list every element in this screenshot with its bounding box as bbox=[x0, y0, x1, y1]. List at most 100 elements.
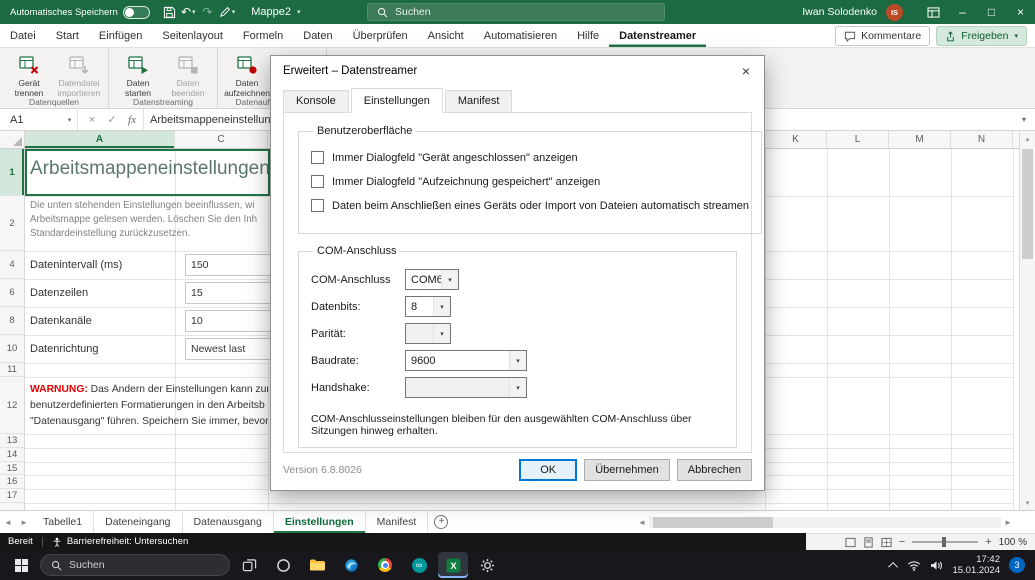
setting-label-datenintervall-ms[interactable]: Datenintervall (ms) bbox=[30, 251, 180, 279]
row-header-1[interactable]: 1 bbox=[0, 149, 24, 196]
confirm-entry-icon[interactable]: ✓ bbox=[102, 109, 122, 130]
dialog-tab-konsole[interactable]: Konsole bbox=[283, 90, 349, 112]
normal-view-icon[interactable] bbox=[845, 537, 856, 548]
task-view-icon[interactable] bbox=[234, 552, 264, 578]
page-layout-view-icon[interactable] bbox=[863, 536, 874, 548]
ribbon-tab-datei[interactable]: Datei bbox=[0, 24, 46, 47]
setting-value-datenzeilen[interactable]: 15 bbox=[185, 282, 271, 304]
zoom-out-icon[interactable]: − bbox=[899, 537, 905, 548]
scroll-up-icon[interactable]: ▴ bbox=[1020, 131, 1035, 146]
paritaet-combo[interactable]: ▾ bbox=[405, 323, 451, 344]
pen-mode-icon[interactable]: ▾ bbox=[217, 2, 238, 22]
clock[interactable]: 17:42 15.01.2024 bbox=[952, 554, 1000, 576]
new-sheet-button[interactable]: + bbox=[428, 511, 454, 533]
uebernehmen-button[interactable]: Übernehmen bbox=[584, 459, 670, 481]
maximize-button[interactable]: □ bbox=[977, 0, 1006, 24]
cancel-entry-icon[interactable]: × bbox=[82, 109, 102, 130]
ribbon-tab-einfuegen[interactable]: Einfügen bbox=[89, 24, 152, 47]
ribbon-tab-hilfe[interactable]: Hilfe bbox=[567, 24, 609, 47]
setting-value-datenrichtung[interactable]: Newest last bbox=[185, 338, 271, 360]
row-header-12[interactable]: 12 bbox=[0, 377, 24, 434]
datendatei-importieren-button[interactable]: Datendatei importieren bbox=[55, 51, 103, 98]
edge-icon[interactable] bbox=[336, 552, 366, 578]
scroll-down-icon[interactable]: ▾ bbox=[1020, 495, 1035, 510]
zoom-in-icon[interactable]: + bbox=[985, 537, 991, 548]
setting-value-datenkanaele[interactable]: 10 bbox=[185, 310, 271, 332]
ribbon-tab-formeln[interactable]: Formeln bbox=[233, 24, 293, 47]
vertical-scrollbar[interactable]: ▴ ▾ bbox=[1019, 131, 1035, 510]
chrome-icon[interactable] bbox=[370, 552, 400, 578]
setting-label-datenzeilen[interactable]: Datenzeilen bbox=[30, 279, 180, 307]
ribbon-tab-start[interactable]: Start bbox=[46, 24, 89, 47]
setting-label-datenrichtung[interactable]: Datenrichtung bbox=[30, 335, 180, 363]
ribbon-tab-seitenlayout[interactable]: Seitenlayout bbox=[152, 24, 233, 47]
geraet-trennen-button[interactable]: Gerät trennen bbox=[5, 51, 53, 98]
volume-icon[interactable] bbox=[930, 560, 943, 571]
horizontal-scroll-track[interactable] bbox=[649, 516, 1001, 528]
row-header-2[interactable]: 2 bbox=[0, 196, 24, 251]
datenbits-combo[interactable]: 8 ▾ bbox=[405, 296, 451, 317]
formula-bar-expand-icon[interactable]: ▾ bbox=[1013, 109, 1035, 130]
com-anschluss-combo[interactable]: COM6 ▾ bbox=[405, 269, 459, 290]
file-explorer-icon[interactable] bbox=[302, 552, 332, 578]
row-header-15[interactable]: 15 bbox=[0, 462, 24, 475]
wifi-icon[interactable] bbox=[907, 560, 921, 571]
column-header-l[interactable]: L bbox=[827, 131, 889, 148]
share-button[interactable]: Freigeben ▾ bbox=[936, 26, 1027, 46]
autosave-toggle[interactable] bbox=[122, 5, 150, 19]
ribbon-tab-datenstreamer[interactable]: Datenstreamer bbox=[609, 24, 706, 47]
name-box[interactable]: A1 bbox=[0, 109, 62, 130]
column-header-a[interactable]: A bbox=[25, 131, 175, 148]
daten-beenden-button[interactable]: Daten beenden bbox=[164, 51, 212, 98]
abbrechen-button[interactable]: Abbrechen bbox=[676, 459, 752, 481]
minimize-button[interactable]: – bbox=[948, 0, 977, 24]
row-header-6[interactable]: 6 bbox=[0, 279, 24, 307]
insert-function-icon[interactable]: fx bbox=[122, 109, 142, 130]
dialog-tab-manifest[interactable]: Manifest bbox=[444, 90, 513, 112]
horizontal-scroll-thumb[interactable] bbox=[653, 516, 773, 528]
ribbon-tab-ansicht[interactable]: Ansicht bbox=[418, 24, 474, 47]
baudrate-combo[interactable]: 9600 ▾ bbox=[405, 350, 527, 371]
column-header-n[interactable]: N bbox=[951, 131, 1013, 148]
save-icon[interactable] bbox=[160, 2, 179, 22]
scroll-left-icon[interactable]: ◄ bbox=[635, 518, 649, 527]
row-header-10[interactable]: 10 bbox=[0, 335, 24, 363]
user-name[interactable]: Iwan Solodenko bbox=[802, 6, 877, 18]
excel-icon[interactable]: X bbox=[438, 552, 468, 578]
column-header-c[interactable]: C bbox=[175, 131, 268, 148]
vertical-scroll-thumb[interactable] bbox=[1022, 149, 1033, 259]
ok-button[interactable]: OK bbox=[519, 459, 578, 481]
sheet-tab-manifest[interactable]: Manifest bbox=[366, 511, 429, 533]
avatar[interactable]: IS bbox=[886, 3, 903, 21]
dialog-close-icon[interactable]: × bbox=[728, 56, 764, 86]
row-header-17[interactable]: 17 bbox=[0, 489, 24, 503]
taskbar-search[interactable]: Suchen bbox=[40, 554, 230, 576]
notification-badge[interactable]: 3 bbox=[1009, 557, 1025, 573]
scroll-right-icon[interactable]: ► bbox=[1001, 518, 1015, 527]
accessibility-status[interactable]: Barrierefreiheit: Untersuchen bbox=[67, 536, 188, 547]
tray-expand-icon[interactable] bbox=[888, 561, 899, 572]
search-box[interactable]: Suchen bbox=[367, 3, 665, 21]
row-header-13[interactable]: 13 bbox=[0, 434, 24, 448]
setting-value-datenintervall-ms[interactable]: 150 bbox=[185, 254, 271, 276]
name-box-dropdown-icon[interactable]: ▾ bbox=[62, 109, 78, 130]
row-header-14[interactable]: 14 bbox=[0, 448, 24, 462]
zoom-slider[interactable] bbox=[912, 537, 979, 547]
sheet-nav-left-icon[interactable]: ◄ bbox=[0, 511, 16, 533]
zoom-slider-thumb[interactable] bbox=[942, 537, 947, 547]
start-button[interactable] bbox=[6, 552, 36, 578]
ribbon-tab-daten[interactable]: Daten bbox=[293, 24, 342, 47]
redo-icon[interactable]: ↷ bbox=[198, 2, 217, 22]
setting-label-datenkanaele[interactable]: Datenkanäle bbox=[30, 307, 180, 335]
dialog-title-bar[interactable]: Erweitert – Datenstreamer × bbox=[271, 56, 764, 86]
column-header-k[interactable]: K bbox=[765, 131, 827, 148]
close-button[interactable]: × bbox=[1006, 0, 1035, 24]
row-header-16[interactable]: 16 bbox=[0, 475, 24, 489]
handshake-combo[interactable]: ▾ bbox=[405, 377, 527, 398]
sheet-tab-tabelle1[interactable]: Tabelle1 bbox=[32, 511, 95, 533]
ribbon-tab-ueberpruefen[interactable]: Überprüfen bbox=[343, 24, 418, 47]
select-all-corner[interactable] bbox=[0, 131, 25, 148]
sheet-tab-dateneingang[interactable]: Dateneingang bbox=[94, 511, 183, 533]
checkbox-2[interactable] bbox=[311, 175, 324, 188]
page-break-view-icon[interactable] bbox=[881, 537, 892, 548]
